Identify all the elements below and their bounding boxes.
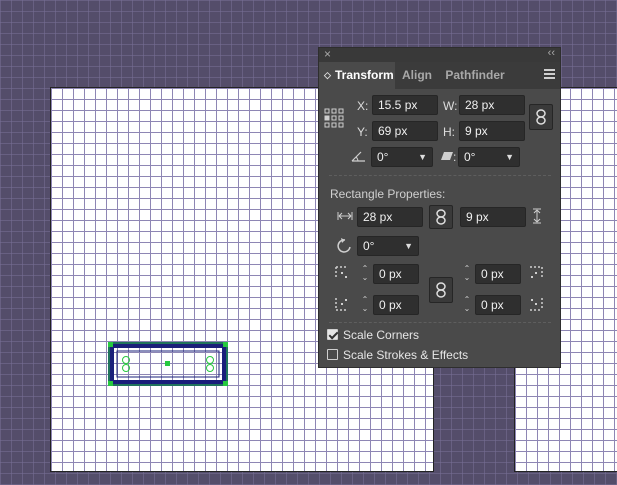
link-icon	[436, 209, 446, 225]
height-icon	[533, 208, 541, 224]
rect-rotation-value: 0°	[363, 239, 375, 253]
tab-transform-label: Transform	[335, 68, 394, 82]
rotate-icon	[337, 238, 351, 253]
shear-angle-select[interactable]: 0° ▼	[458, 147, 520, 167]
center-point	[165, 361, 170, 366]
y-label: Y:	[357, 125, 368, 139]
corner-bottom-right-stepper[interactable]: ⌃ ⌄	[461, 295, 473, 315]
scale-corners-checkbox[interactable]	[327, 329, 338, 340]
h-label: H:	[443, 125, 455, 139]
chevron-down-icon: ▼	[505, 152, 514, 162]
corners-link-button[interactable]	[429, 277, 453, 303]
panel-tabs: ◇ Transform Align Pathfinder	[319, 62, 560, 89]
corner-bottom-right-field[interactable]: 0 px	[475, 295, 521, 315]
tab-toggle-icon[interactable]: ◇	[324, 62, 331, 89]
rect-link-button[interactable]	[429, 205, 453, 229]
reference-point-icon[interactable]	[324, 108, 344, 128]
corner-top-right-stepper[interactable]: ⌃ ⌄	[461, 264, 473, 284]
divider	[329, 175, 551, 176]
corner-top-left-stepper[interactable]: ⌃ ⌄	[359, 264, 371, 284]
rotate-angle-select[interactable]: 0° ▼	[371, 147, 433, 167]
chevron-down-icon: ▼	[404, 241, 413, 251]
tab-align[interactable]: Align	[396, 62, 438, 89]
corner-top-right-field[interactable]: 0 px	[475, 264, 521, 284]
tab-pathfinder[interactable]: Pathfinder	[440, 62, 510, 89]
scale-corners-label[interactable]: Scale Corners	[343, 328, 419, 342]
corner-top-right-icon[interactable]	[529, 266, 543, 280]
corner-bottom-right-icon[interactable]	[529, 297, 543, 311]
scale-strokes-checkbox[interactable]	[327, 349, 338, 360]
corner-top-left-icon[interactable]	[335, 266, 349, 280]
corner-bottom-left-icon[interactable]	[335, 297, 349, 311]
width-icon	[337, 212, 353, 220]
selected-rectangle[interactable]	[108, 342, 228, 386]
w-field[interactable]: 28 px	[459, 95, 525, 115]
rectangle-properties-title: Rectangle Properties:	[330, 187, 446, 201]
divider	[329, 322, 551, 323]
x-field[interactable]: 15.5 px	[372, 95, 438, 115]
constrain-proportions-button[interactable]	[529, 104, 553, 130]
chevron-down-icon: ▼	[418, 152, 427, 162]
rect-rotation-select[interactable]: 0° ▼	[357, 236, 419, 256]
angle-icon	[351, 151, 365, 162]
corner-top-left-field[interactable]: 0 px	[373, 264, 419, 284]
corner-bottom-left-field[interactable]: 0 px	[373, 295, 419, 315]
x-label: X:	[357, 99, 369, 113]
corner-bottom-left-stepper[interactable]: ⌃ ⌄	[359, 295, 371, 315]
w-label: W:	[443, 99, 458, 113]
shear-icon	[441, 152, 453, 160]
scale-strokes-label[interactable]: Scale Strokes & Effects	[343, 348, 468, 362]
tab-transform[interactable]: ◇ Transform	[319, 62, 395, 89]
link-icon	[436, 282, 446, 298]
menu-icon[interactable]	[544, 69, 555, 80]
h-field[interactable]: 9 px	[459, 121, 525, 141]
shear-colon: :	[453, 150, 457, 164]
panel-title-bar[interactable]: × ‹‹	[319, 47, 560, 62]
rotate-angle-value: 0°	[377, 150, 389, 164]
shear-angle-value: 0°	[464, 150, 476, 164]
rect-width-field[interactable]: 28 px	[357, 207, 423, 227]
collapse-icon[interactable]: ‹‹	[548, 47, 555, 59]
transform-panel: × ‹‹ ◇ Transform Align Pathfinder X: 15.…	[318, 47, 561, 368]
rect-height-field[interactable]: 9 px	[460, 207, 526, 227]
link-icon	[536, 109, 546, 125]
close-icon[interactable]: ×	[324, 47, 331, 61]
y-field[interactable]: 69 px	[372, 121, 438, 141]
